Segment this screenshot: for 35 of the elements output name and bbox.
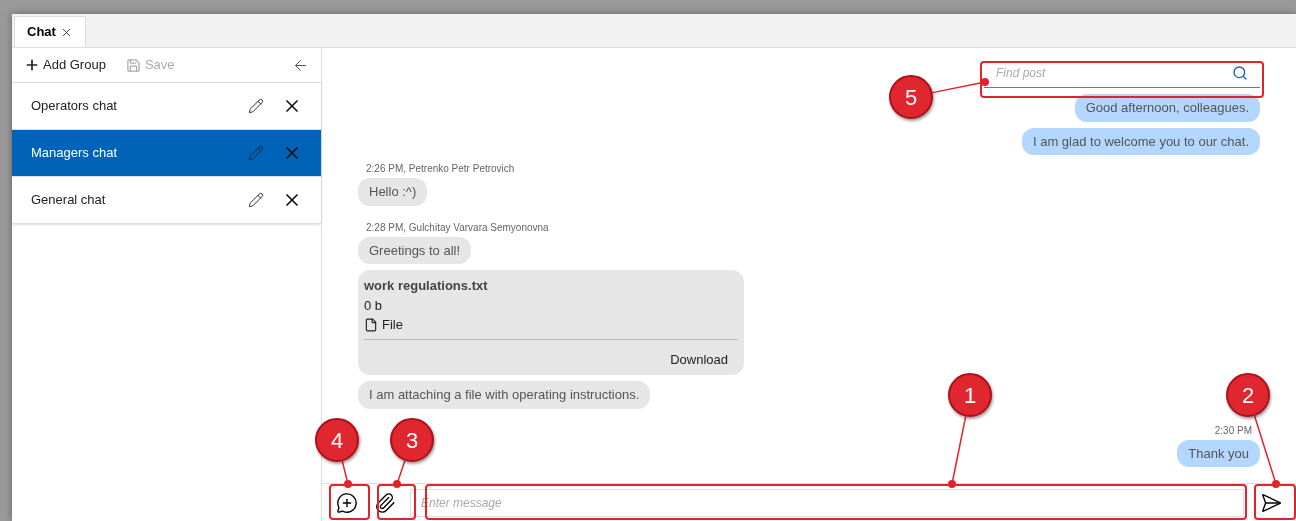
chat-group-item[interactable]: General chat: [12, 177, 321, 224]
chat-group-name: General chat: [31, 191, 107, 210]
leader-line: [931, 78, 989, 94]
tab-label: Chat: [27, 23, 56, 42]
highlight-frame: [329, 484, 370, 520]
edit-icon[interactable]: [248, 192, 264, 208]
send-icon[interactable]: [1260, 491, 1282, 514]
file-type: File: [382, 316, 403, 334]
chat-group-item[interactable]: Operators chat: [12, 83, 321, 130]
file-name: work regulations.txt: [364, 277, 489, 295]
file-icon: [364, 317, 378, 332]
message-meta: 2:30 PM: [1213, 423, 1253, 438]
edit-icon[interactable]: [248, 98, 264, 114]
plus-icon: [24, 57, 40, 73]
message-meta: 2:26 PM, Petrenko Petr Petrovich: [365, 162, 516, 176]
highlight-frame: [1254, 484, 1296, 520]
leader-line: [341, 460, 352, 488]
search-icon[interactable]: [1232, 65, 1248, 81]
message-meta: 2:28 PM, Gulchitay Varvara Semyonovna: [365, 220, 550, 235]
highlight-frame: [377, 484, 416, 520]
chat-group-name: Managers chat: [31, 144, 118, 163]
add-group-button[interactable]: Add Group: [24, 55, 106, 75]
chat-group-name: Operators chat: [31, 97, 118, 116]
file-size: 0 b: [364, 296, 384, 315]
message-bubble: Thank you: [1177, 439, 1260, 467]
message-bubble: I am attaching a file with operating instructions.: [358, 381, 651, 409]
tab[interactable]: Chat: [14, 16, 86, 47]
message-bubble: I am glad to welcome you to our chat.: [1021, 127, 1260, 155]
message-bubble: Hello :^): [358, 178, 428, 206]
leader-line: [393, 460, 406, 488]
attach-icon[interactable]: [374, 491, 396, 514]
new-chat-icon[interactable]: [336, 491, 358, 514]
download-button[interactable]: Download: [670, 349, 728, 369]
message-bubble: Greetings to all!: [358, 236, 472, 264]
message-bubble: Good afternoon, colleagues.: [1074, 94, 1260, 122]
